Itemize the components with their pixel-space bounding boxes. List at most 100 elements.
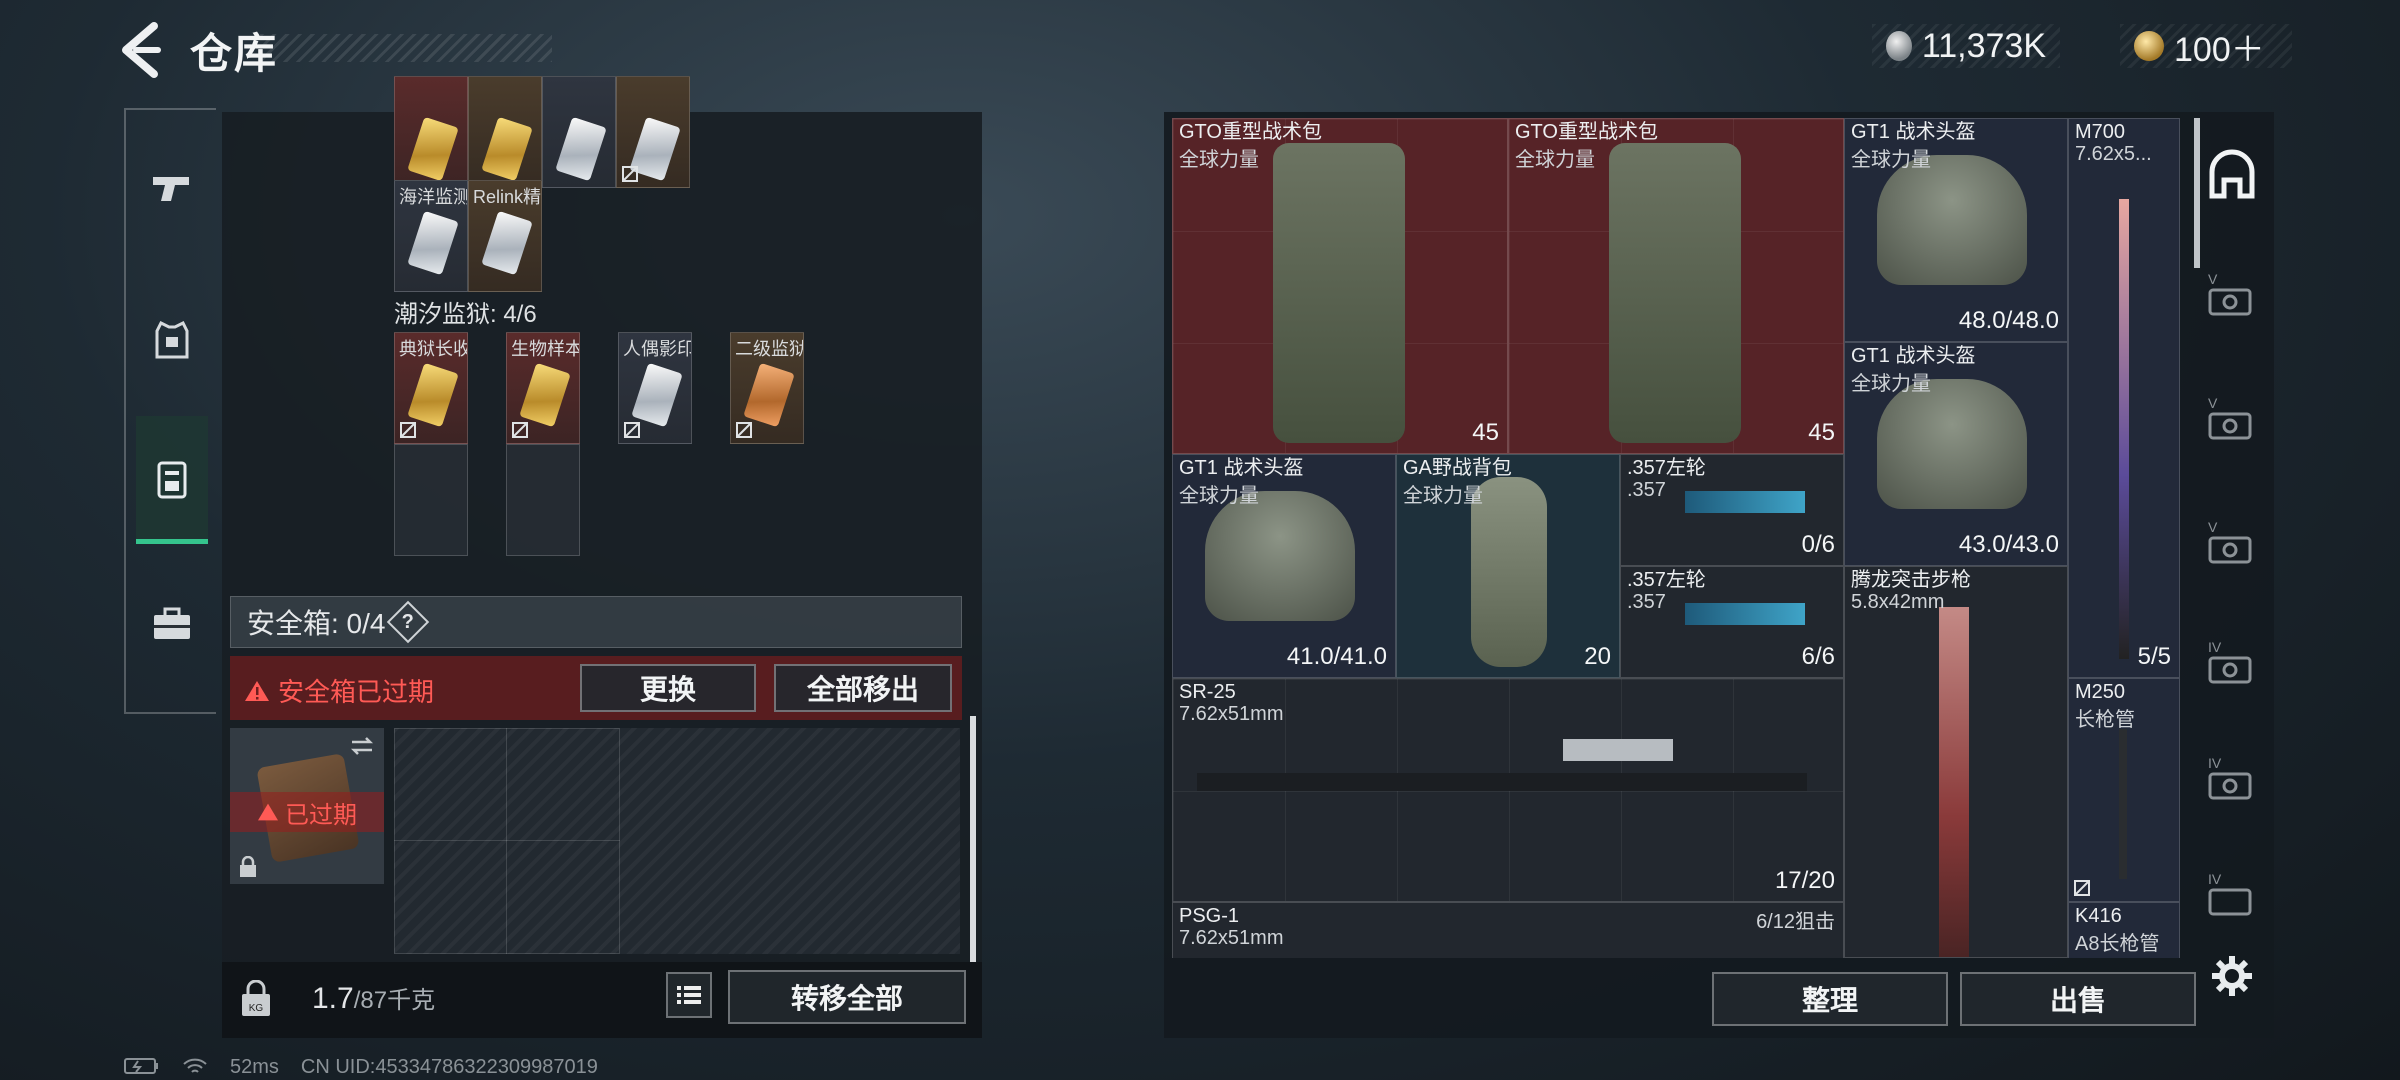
- rifle-image: [1939, 607, 1969, 957]
- stash-card-slot[interactable]: [394, 76, 468, 188]
- replace-button[interactable]: 更换: [580, 664, 756, 712]
- svg-text:V: V: [2208, 271, 2218, 287]
- stash-card-slot[interactable]: 海洋监测厅: [394, 180, 468, 292]
- helmet-image: [1877, 155, 2027, 285]
- no-link-icon: [736, 422, 752, 438]
- svg-text:KG: KG: [249, 1003, 264, 1014]
- revolver-image: [1685, 603, 1805, 625]
- organize-button[interactable]: 整理: [1712, 972, 1948, 1026]
- v-case-icon[interactable]: V: [2204, 268, 2260, 324]
- stash-card-slot[interactable]: 典狱长收...: [394, 332, 468, 444]
- stash-card-slot[interactable]: [542, 76, 616, 188]
- backpack-image: [1273, 143, 1405, 443]
- list-view-button[interactable]: [666, 972, 712, 1018]
- barrel-image: [2119, 729, 2127, 879]
- rifle-image: [2119, 199, 2129, 659]
- gold-coin-icon: [2134, 31, 2164, 61]
- list-icon: [677, 986, 701, 1004]
- tab-briefcase[interactable]: [136, 574, 208, 674]
- swap-icon[interactable]: [348, 734, 376, 758]
- card-label: Relink精...: [473, 187, 542, 207]
- tab-weapons[interactable]: [136, 138, 208, 238]
- inventory-grid[interactable]: GTO重型战术包 全球力量 45 GTO重型战术包 全球力量 45 GT1 战术…: [1172, 118, 2182, 958]
- uid-readout: CN UID:4533478632230998701​9: [300, 1056, 598, 1078]
- empty-slot[interactable]: [394, 444, 468, 556]
- helmet-image: [1877, 379, 2027, 509]
- safe-box-header: 安全箱: 0/4 ?: [230, 596, 962, 648]
- card-label: 人偶影印室: [623, 339, 691, 359]
- tab-backpack[interactable]: [136, 416, 208, 544]
- inventory-item[interactable]: K416 A8长枪管: [2068, 902, 2180, 958]
- inventory-item[interactable]: GT1 战术头盔 全球力量 48.0/48.0: [1844, 118, 2068, 342]
- v-case-icon[interactable]: V: [2204, 516, 2260, 572]
- stash-card-slot[interactable]: 生物样本室: [506, 332, 580, 444]
- inventory-item[interactable]: SR-25 7.62x51mm 17/20: [1172, 678, 1844, 902]
- no-link-icon: [512, 422, 528, 438]
- left-tab-rail: [124, 108, 216, 714]
- inventory-item[interactable]: PSG-1 7.62x51mm 6/12狙击: [1172, 902, 1844, 958]
- no-link-icon: [2074, 880, 2090, 896]
- empty-slot[interactable]: [506, 444, 580, 556]
- iv-case-icon[interactable]: IV: [2204, 752, 2260, 808]
- safehouse-icon[interactable]: [2204, 148, 2260, 204]
- silver-coin-icon: [1886, 31, 1912, 61]
- helmet-image: [1205, 491, 1355, 621]
- safe-box-label: 安全箱: 0/4: [247, 608, 386, 639]
- safe-box-grid[interactable]: [394, 728, 960, 954]
- weight-max: /87千克: [353, 987, 436, 1014]
- inventory-item[interactable]: 腾龙突击步枪 5.8x42mm: [1844, 566, 2068, 958]
- iv-case-icon[interactable]: IV: [2204, 868, 2260, 924]
- card-label: 二级监狱...: [735, 339, 803, 359]
- inventory-item[interactable]: GA野战背包 全球力量 20: [1396, 454, 1620, 678]
- safe-box-slot[interactable]: 已过期: [230, 728, 384, 884]
- ping-readout: 52ms: [230, 1056, 279, 1078]
- move-all-out-button[interactable]: 全部移出: [774, 664, 952, 712]
- gold-currency[interactable]: 100＋: [2120, 24, 2292, 69]
- group-title: 潮汐监狱: 4/6: [394, 301, 537, 328]
- inventory-item[interactable]: GTO重型战术包 全球力量 45: [1508, 118, 1844, 454]
- stash-card-slot[interactable]: 人偶影印室: [618, 332, 692, 444]
- inventory-item[interactable]: GT1 战术头盔 全球力量 43.0/43.0: [1844, 342, 2068, 566]
- weight-readout: 1.7/87千克: [312, 980, 435, 1016]
- title-decor-stripe: [260, 34, 552, 62]
- stash-scrollbar[interactable]: [970, 716, 976, 962]
- stash-card-slot[interactable]: [468, 76, 542, 188]
- inventory-item[interactable]: .357左轮 .357 0/6: [1620, 454, 1844, 566]
- safe-box-alert: 安全箱已过期: [244, 672, 434, 709]
- container-rail: V V V IV IV IV: [2196, 118, 2268, 1018]
- silver-currency[interactable]: 11,373K: [1872, 24, 2060, 68]
- pistol-icon: [153, 177, 189, 201]
- back-arrow-icon[interactable]: [118, 22, 168, 78]
- help-icon[interactable]: ?: [387, 600, 430, 644]
- scope-image: [1563, 739, 1673, 761]
- stash-card-slot[interactable]: [616, 76, 690, 188]
- inventory-item[interactable]: M250 长枪管: [2068, 678, 2180, 902]
- stash-card-slot[interactable]: Relink精...: [468, 180, 542, 292]
- battery-icon: [124, 1058, 158, 1074]
- inventory-item[interactable]: GT1 战术头盔 全球力量 41.0/41.0: [1172, 454, 1396, 678]
- gear-icon[interactable]: [2204, 948, 2260, 1004]
- weight-icon: KG: [242, 980, 270, 1016]
- warning-icon: [245, 680, 269, 701]
- v-case-icon[interactable]: V: [2204, 392, 2260, 448]
- silver-amount: 11,373K: [1921, 26, 2046, 65]
- card-label: 海洋监测厅: [399, 187, 467, 207]
- lock-icon: [240, 856, 256, 877]
- no-link-icon: [624, 422, 640, 438]
- expired-tag: 已过期: [230, 792, 384, 832]
- inventory-item[interactable]: M700 7.62x5... 5/5: [2068, 118, 2180, 678]
- status-bar: 52ms CN UID:4533478632230998701​9: [124, 1056, 598, 1079]
- inventory-item[interactable]: GTO重型战术包 全球力量 45: [1172, 118, 1508, 454]
- stash-card-slot[interactable]: 二级监狱...: [730, 332, 804, 444]
- svg-text:IV: IV: [2208, 639, 2222, 655]
- iv-case-icon[interactable]: IV: [2204, 636, 2260, 692]
- svg-text:IV: IV: [2208, 871, 2222, 887]
- rifle-image: [1197, 773, 1807, 791]
- gold-amount: 100＋: [2174, 30, 2265, 69]
- tidal-prison-grid[interactable]: 典狱长收... 生物样本室 人偶影印室 二级监狱...: [394, 332, 844, 560]
- transfer-all-button[interactable]: 转移全部: [728, 970, 966, 1024]
- tab-armor[interactable]: [136, 290, 208, 390]
- svg-text:V: V: [2208, 519, 2218, 535]
- inventory-item[interactable]: .357左轮 .357 6/6: [1620, 566, 1844, 678]
- sell-button[interactable]: 出售: [1960, 972, 2196, 1026]
